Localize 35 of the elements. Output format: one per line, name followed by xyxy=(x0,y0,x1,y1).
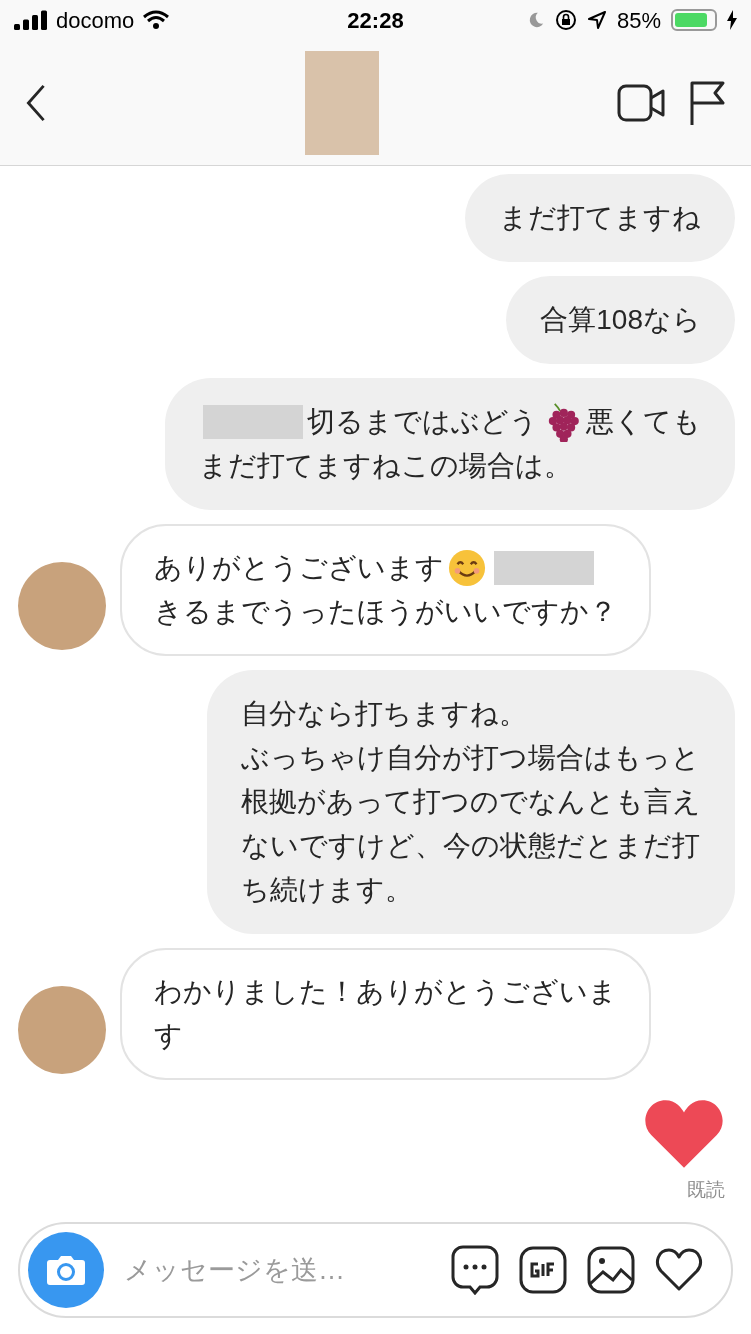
message-input[interactable]: メッセージを送… xyxy=(124,1249,431,1291)
camera-button[interactable] xyxy=(28,1232,104,1308)
like-button[interactable] xyxy=(655,1248,703,1292)
battery-percentage: 85% xyxy=(616,6,661,35)
message-text: 自分なら打ちますね。 xyxy=(241,697,527,731)
heart-icon xyxy=(643,1098,725,1170)
message-text: ないですけど、今の状態だとまだ打 xyxy=(241,829,700,863)
charging-bolt-icon xyxy=(727,10,737,30)
message-text: 根拠があって打つのでなんとも言え xyxy=(241,785,701,819)
video-call-button[interactable] xyxy=(617,82,665,123)
signal-icon xyxy=(14,10,48,30)
carrier-name: docomo xyxy=(56,6,135,35)
smiling-face-icon xyxy=(448,549,486,587)
back-chevron-icon xyxy=(26,83,46,122)
gif-button[interactable] xyxy=(519,1246,567,1294)
wifi-icon xyxy=(142,10,171,30)
message-text: きるまでうったほうがいいですか？ xyxy=(154,595,617,629)
gallery-button[interactable] xyxy=(587,1246,635,1294)
message-text: す xyxy=(154,1019,183,1053)
message-text: 切るまではぶどう xyxy=(307,405,538,439)
rotation-lock-icon xyxy=(554,9,577,31)
message-text: ありがとうございます xyxy=(154,551,444,585)
message-text: わかりました！ありがとうございま xyxy=(154,975,617,1009)
message-text: まだ打てますね xyxy=(499,201,701,235)
clock: 22:28 xyxy=(347,6,404,35)
chat-bubble-button[interactable] xyxy=(451,1245,499,1295)
read-receipt: 既読 xyxy=(687,1178,725,1202)
battery-icon xyxy=(671,9,717,31)
message-text: 悪くても xyxy=(586,405,701,439)
message-text: ち続けます。 xyxy=(241,873,413,907)
camera-icon xyxy=(46,1254,86,1286)
message-text: まだ打てますねこの場合は。 xyxy=(199,449,572,483)
message-text: 合算108なら xyxy=(540,303,701,337)
location-arrow-icon xyxy=(586,10,607,30)
message-text: ぶっちゃけ自分が打つ場合はもっと xyxy=(241,741,700,775)
